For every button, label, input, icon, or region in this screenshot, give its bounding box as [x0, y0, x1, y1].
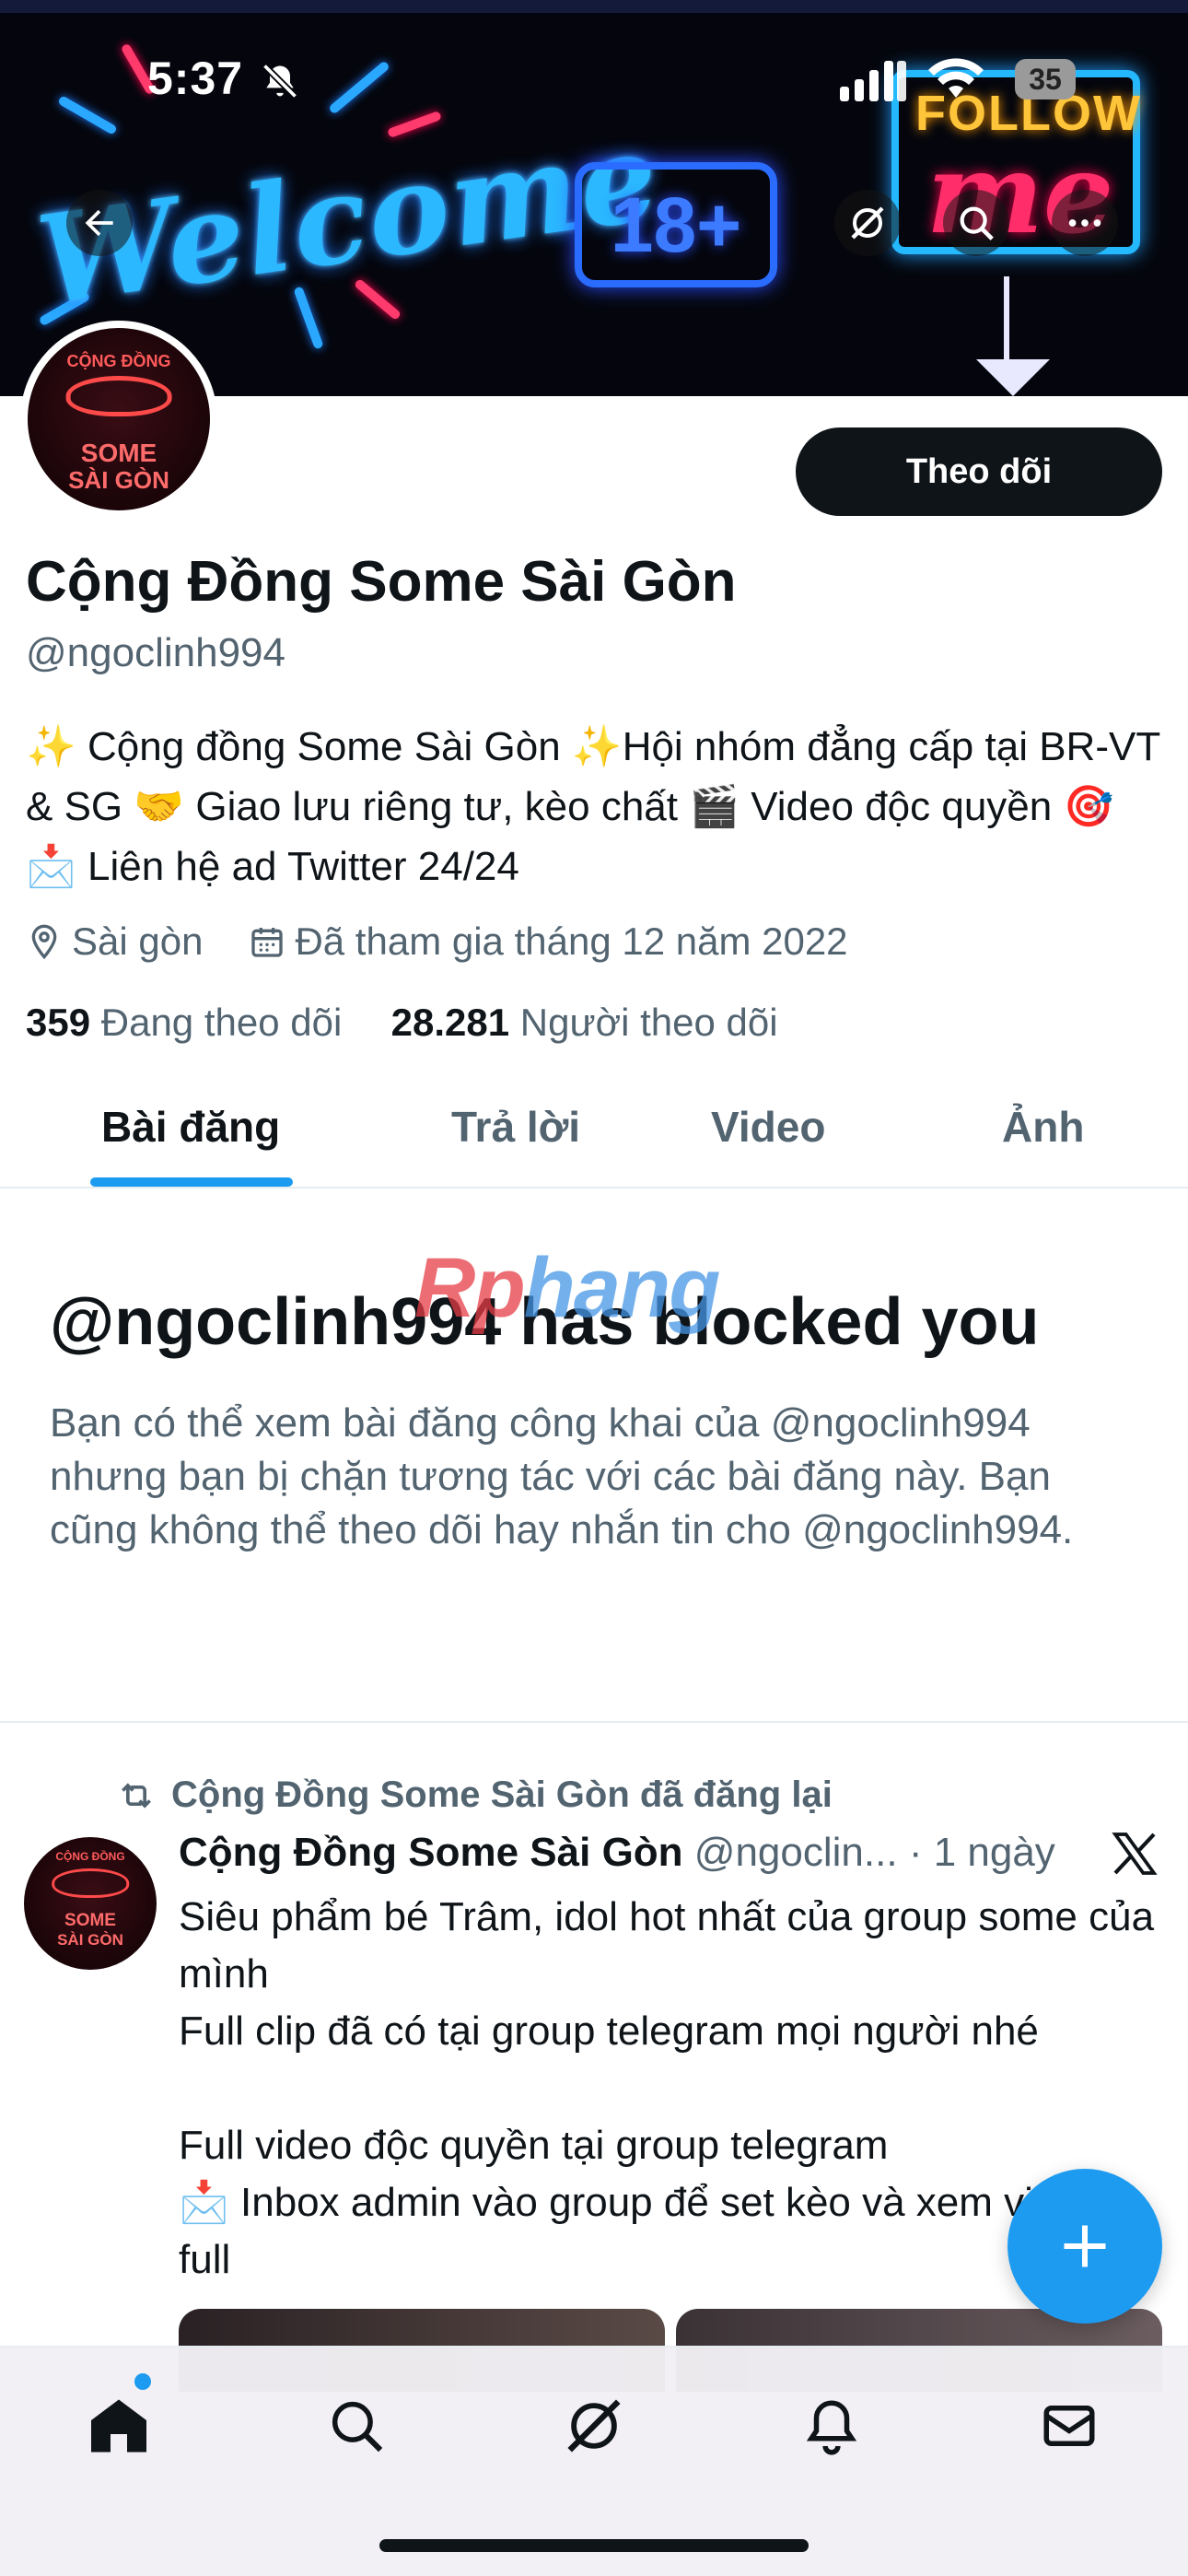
more-button[interactable] — [1052, 190, 1118, 256]
post-time[interactable]: 1 ngày — [934, 1830, 1055, 1875]
avatar-text-some: SOME — [80, 439, 157, 467]
watermark-logo: Rphang — [414, 1240, 721, 1337]
home-icon — [91, 2399, 146, 2453]
profile-handle: @ngoclinh994 — [26, 630, 285, 675]
profile-meta: Sài gòn Đã tham gia tháng 12 năm 2022 — [26, 919, 848, 964]
tab-video[interactable]: Video — [711, 1102, 825, 1152]
search-icon — [960, 206, 994, 240]
cellular-signal-icon — [840, 61, 906, 101]
avatar-logo: CỘNG ĐỒNG SOME SÀI GÒN — [28, 328, 210, 510]
search-button[interactable] — [943, 190, 1009, 256]
profile-avatar[interactable]: CỘNG ĐỒNG SOME SÀI GÒN — [20, 321, 217, 518]
nav-grok[interactable] — [553, 2384, 635, 2467]
more-icon — [1068, 219, 1101, 227]
post-avatar-text-some: SOME — [64, 1911, 116, 1930]
repost-label: Cộng Đồng Some Sài Gòn đã đăng lại — [171, 1774, 833, 1815]
home-notification-dot — [134, 2373, 151, 2390]
repost-indicator: Cộng Đồng Some Sài Gòn đã đăng lại — [116, 1774, 833, 1816]
lips-icon — [65, 376, 172, 416]
search-icon — [332, 2401, 383, 2453]
location-pin-icon — [31, 924, 57, 960]
messages-icon — [1043, 2406, 1095, 2446]
post-header: Cộng Đồng Some Sài Gòn @ngoclin... · 1 n… — [179, 1830, 1055, 1876]
wifi-icon — [928, 58, 984, 98]
following-link[interactable]: 359 Đang theo dõi — [26, 1001, 342, 1044]
status-time: 5:37 — [147, 53, 244, 104]
back-button[interactable] — [66, 190, 133, 256]
post-line: Full video độc quyền tại group telegram — [179, 2123, 889, 2168]
following-label: Đang theo dõi — [100, 1001, 343, 1044]
post-author-handle[interactable]: @ngoclin... — [694, 1830, 898, 1875]
neon-18-sign: 18+ — [575, 162, 777, 287]
repost-icon — [122, 1782, 151, 1809]
nav-messages[interactable] — [1028, 2384, 1111, 2467]
profile-bio: ✨ Cộng đồng Some Sài Gòn ✨Hội nhóm đẳng … — [26, 724, 1160, 889]
avatar-text-saigon: SÀI GÒN — [68, 466, 169, 494]
notifications-icon — [806, 2400, 857, 2455]
nav-home[interactable] — [77, 2384, 160, 2467]
post-avatar-text-saigon: SÀI GÒN — [57, 1931, 123, 1949]
tab-replies[interactable]: Trả lời — [451, 1102, 580, 1152]
post-separator: · — [908, 1830, 923, 1875]
tab-photos[interactable]: Ảnh — [1002, 1102, 1084, 1152]
profile-display-name: Cộng Đồng Some Sài Gòn — [26, 550, 737, 614]
active-tab-indicator — [90, 1177, 293, 1187]
banner-top-edge — [0, 0, 1188, 13]
home-indicator-bar[interactable] — [379, 2539, 809, 2552]
grok-icon — [567, 2399, 621, 2453]
battery-indicator: 35 — [1015, 59, 1076, 100]
tab-posts[interactable]: Bài đăng — [101, 1102, 280, 1152]
profile-location: Sài gòn — [72, 919, 204, 963]
watermark-part2: hang — [523, 1241, 721, 1335]
grok-button[interactable] — [834, 190, 901, 256]
neon-arrowhead — [976, 359, 1050, 396]
calendar-icon — [251, 928, 284, 957]
back-arrow-icon — [85, 209, 113, 237]
follow-button[interactable]: Theo dõi — [796, 427, 1162, 516]
followers-label: Người theo dõi — [519, 1001, 778, 1044]
compose-post-button[interactable] — [1007, 2169, 1162, 2324]
grok-icon — [851, 206, 884, 240]
silent-bell-icon — [262, 63, 298, 100]
neon-ray — [328, 60, 390, 115]
watermark-part1: Rp — [414, 1241, 526, 1335]
profile-joined-date: Đã tham gia tháng 12 năm 2022 — [295, 919, 848, 963]
section-divider — [0, 1721, 1188, 1723]
post-line: Full clip đã có tại group telegram mọi n… — [179, 2008, 1039, 2054]
avatar-text-top: CỘNG ĐỒNG — [66, 352, 171, 370]
post-author-avatar[interactable]: CỘNG ĐỒNG SOME SÀI GÒN — [24, 1837, 157, 1970]
x-logo-icon — [1112, 1832, 1158, 1875]
post-line — [179, 2060, 1155, 2117]
profile-tabs: Bài đăng Trả lời Video Ảnh — [0, 1083, 1188, 1188]
neon-ray — [57, 95, 118, 135]
following-count: 359 — [26, 1001, 91, 1044]
profile-counts: 359 Đang theo dõi 28.281 Người theo dõi — [26, 1001, 778, 1045]
blocked-description: Bạn có thể xem bài đăng công khai của @n… — [50, 1400, 1074, 1552]
plus-icon — [1064, 2225, 1106, 2267]
followers-count: 28.281 — [390, 1001, 510, 1044]
post-avatar-text-top: CỘNG ĐỒNG — [55, 1850, 125, 1863]
post-avatar-lips-icon — [52, 1868, 129, 1898]
nav-notifications[interactable] — [790, 2384, 873, 2467]
post-line: Siêu phẩm bé Trâm, idol hot nhất của gro… — [179, 1894, 1155, 1996]
post-author-name[interactable]: Cộng Đồng Some Sài Gòn — [179, 1830, 683, 1875]
nav-search[interactable] — [315, 2384, 398, 2467]
followers-link[interactable]: 28.281 Người theo dõi — [391, 1001, 778, 1044]
